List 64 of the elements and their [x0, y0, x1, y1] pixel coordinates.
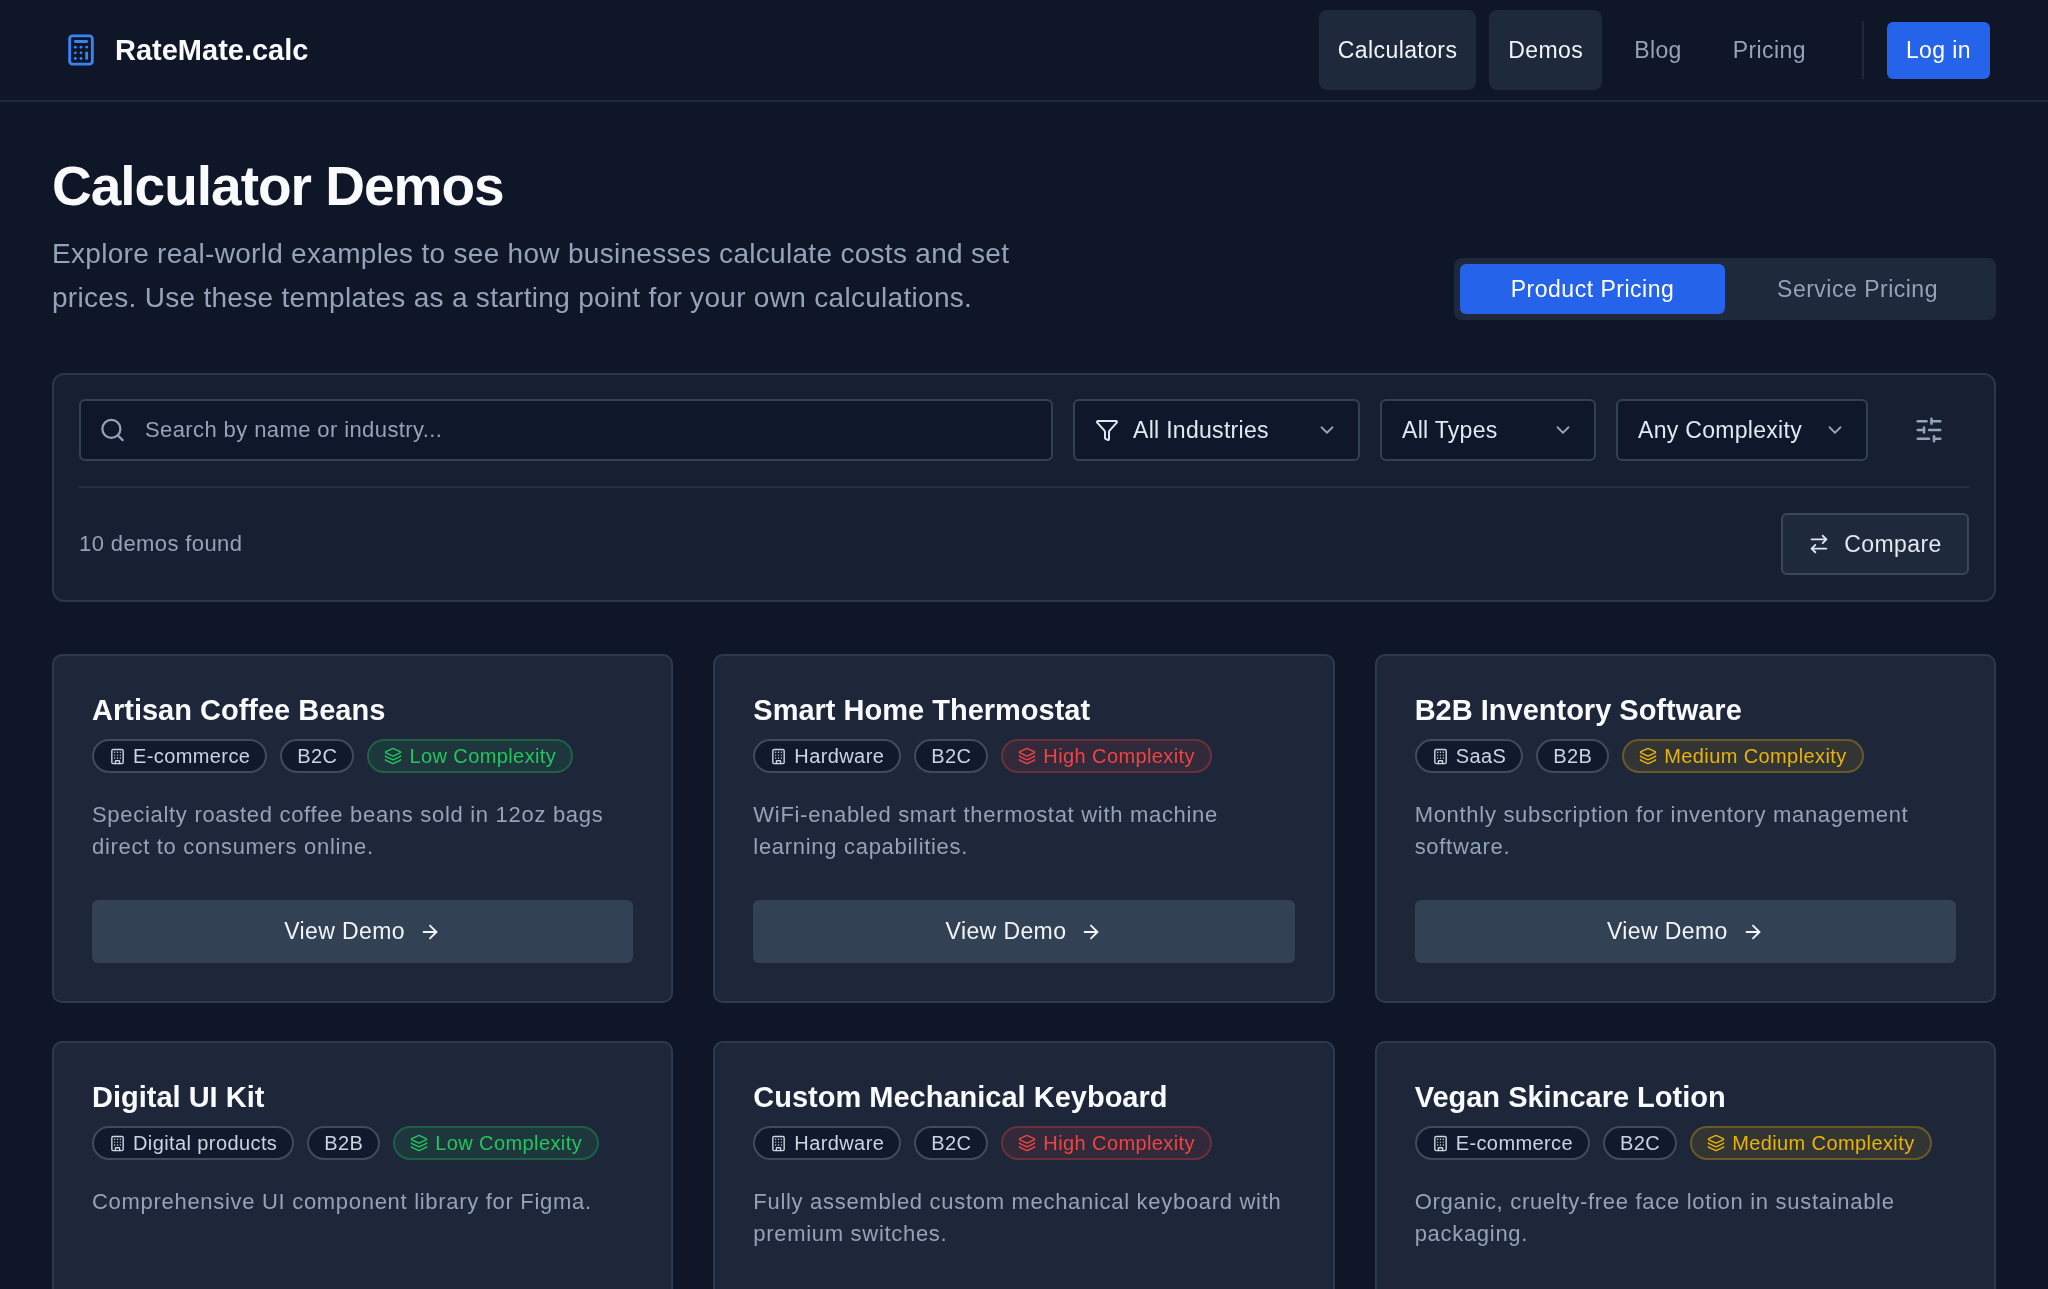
- industry-tag: Digital products: [92, 1126, 295, 1160]
- nav-link[interactable]: Calculators: [1318, 10, 1477, 90]
- page-title: Calculator Demos: [52, 154, 505, 219]
- building-icon: [770, 747, 788, 765]
- model-tag: B2B: [1536, 739, 1610, 773]
- view-demo-button[interactable]: View Demo: [1414, 900, 1956, 963]
- card-title: Artisan Coffee Beans: [92, 693, 387, 728]
- funnel-icon: [1095, 418, 1119, 442]
- building-icon: [1431, 747, 1449, 765]
- view-demo-button[interactable]: View Demo: [92, 900, 634, 963]
- industry-tag: E-commerce: [92, 739, 268, 773]
- sliders-icon[interactable]: [1914, 415, 1944, 445]
- building-icon: [770, 1134, 788, 1152]
- view-demo-button[interactable]: View Demo: [753, 900, 1295, 963]
- complexity-tag: Medium Complexity: [1690, 1126, 1932, 1160]
- building-icon: [109, 747, 126, 765]
- pricing-tab[interactable]: Service Pricing: [1725, 264, 1990, 314]
- brand-name: RateMate.calc: [115, 33, 309, 67]
- results-count: 10 demos found: [79, 531, 243, 557]
- building-icon: [1431, 1134, 1449, 1152]
- building-icon: [109, 1134, 126, 1152]
- compare-button[interactable]: Compare: [1781, 513, 1969, 575]
- complexity-tag: Medium Complexity: [1622, 739, 1864, 773]
- layers-icon: [1707, 1134, 1726, 1152]
- card-description: Monthly subscription for inventory management software.: [1414, 801, 1910, 861]
- card-description: Fully assembled custom mechanical keyboard with premium switches.: [753, 1188, 1283, 1248]
- model-tag: B2C: [914, 739, 989, 773]
- model-tag: B2C: [1603, 1126, 1678, 1160]
- search-icon: [99, 416, 126, 444]
- nav-link[interactable]: Blog: [1615, 10, 1701, 90]
- layers-icon: [1018, 1134, 1037, 1152]
- layers-icon: [1639, 747, 1658, 765]
- filter-dropdown[interactable]: All Types: [1380, 399, 1596, 461]
- card-description: Comprehensive UI component library for Figma.: [92, 1188, 593, 1216]
- card-title: Vegan Skincare Lotion: [1414, 1080, 1727, 1115]
- login-button[interactable]: Log in: [1886, 21, 1990, 79]
- layers-icon: [1018, 747, 1037, 765]
- card-description: Organic, cruelty-free face lotion in sustainable packaging.: [1414, 1188, 1896, 1248]
- page-subtitle: Explore real-world examples to see how businesses calculate costs and set prices. Use these templates as a starting point for your own calculations.: [52, 237, 1011, 315]
- layers-icon: [384, 747, 403, 765]
- search-field[interactable]: Search by name or industry...: [79, 399, 1053, 461]
- industry-tag: SaaS: [1414, 739, 1524, 773]
- model-tag: B2B: [307, 1126, 381, 1160]
- complexity-tag: Low Complexity: [367, 739, 574, 773]
- card-description: WiFi-enabled smart thermostat with machine learning capabilities.: [753, 801, 1219, 861]
- industry-tag: Hardware: [753, 739, 902, 773]
- nav-link[interactable]: Demos: [1489, 10, 1603, 90]
- industry-tag: E-commerce: [1414, 1126, 1590, 1160]
- complexity-tag: High Complexity: [1001, 1126, 1212, 1160]
- layers-icon: [410, 1134, 429, 1152]
- industry-tag: Hardware: [753, 1126, 902, 1160]
- model-tag: B2C: [280, 739, 355, 773]
- card-title: Smart Home Thermostat: [753, 693, 1092, 728]
- complexity-tag: Low Complexity: [393, 1126, 600, 1160]
- nav-link[interactable]: Pricing: [1713, 10, 1825, 90]
- card-title: B2B Inventory Software: [1414, 693, 1743, 728]
- card-title: Digital UI Kit: [92, 1080, 266, 1115]
- filter-dropdown[interactable]: All Industries: [1073, 399, 1360, 461]
- model-tag: B2C: [914, 1126, 989, 1160]
- card-description: Specialty roasted coffee beans sold in 12oz bags direct to consumers online.: [92, 801, 605, 861]
- pricing-tab[interactable]: Product Pricing: [1460, 264, 1725, 314]
- complexity-tag: High Complexity: [1001, 739, 1212, 773]
- card-title: Custom Mechanical Keyboard: [753, 1080, 1169, 1115]
- filter-dropdown[interactable]: Any Complexity: [1616, 399, 1868, 461]
